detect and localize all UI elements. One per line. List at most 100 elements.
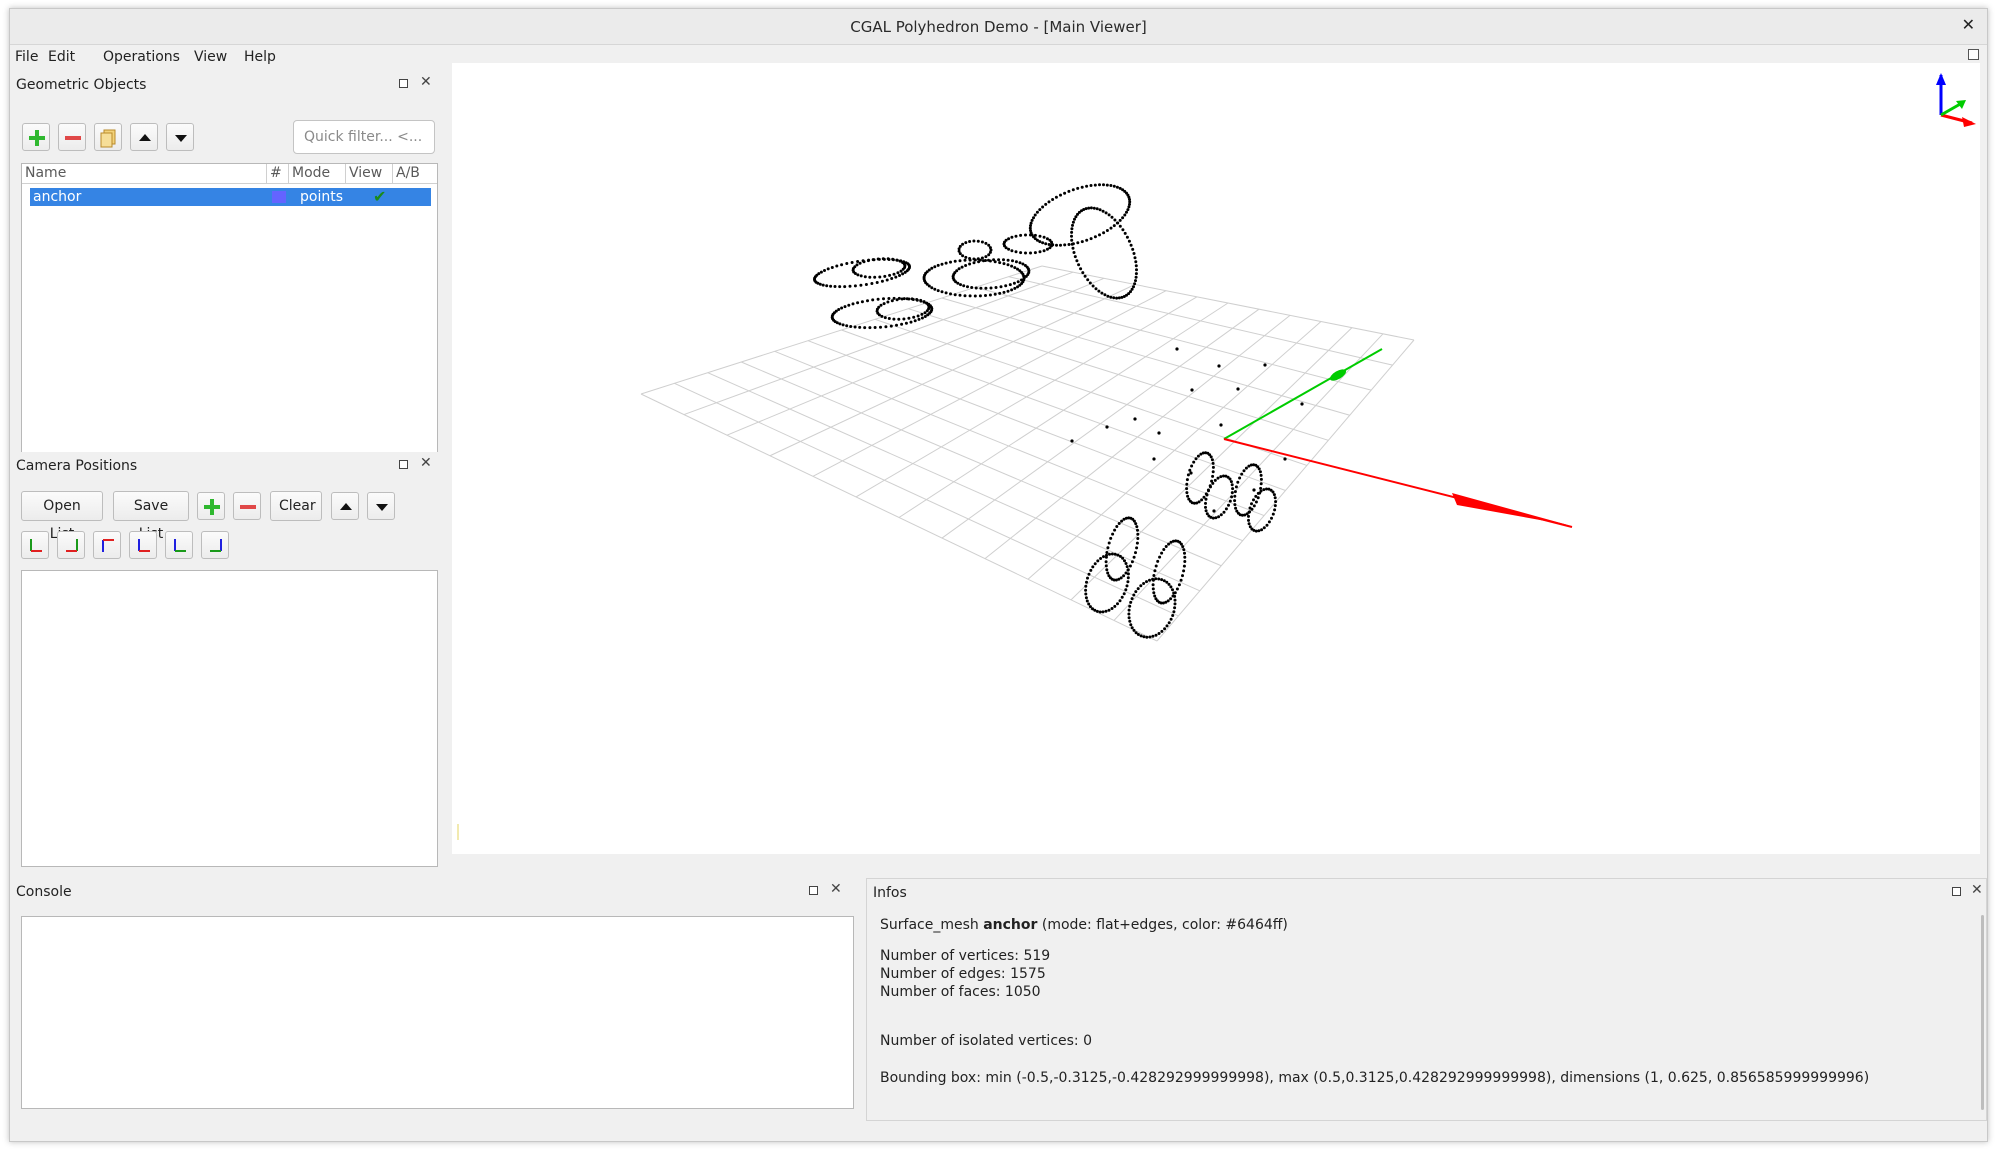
console-output[interactable] [21,916,854,1109]
column-header-view[interactable]: View [346,164,393,184]
viewer-canvas[interactable] [452,63,1980,854]
point [1265,523,1269,527]
open-list-button[interactable]: Open List [21,491,103,542]
row-color-swatch[interactable] [272,191,286,203]
point [1044,202,1048,206]
point [876,297,880,301]
arrow-down-icon[interactable] [166,123,194,151]
point [1102,231,1106,235]
point [838,322,842,326]
point [968,262,972,266]
point [864,283,868,286]
point [979,286,983,290]
right-view-icon[interactable] [201,531,229,559]
point [1070,227,1074,231]
top-view-icon[interactable] [93,531,121,559]
add-icon[interactable] [22,123,50,151]
dock-float-icon[interactable] [399,79,408,88]
clear-button[interactable]: Clear [270,491,322,521]
point [1273,504,1277,508]
menu-edit[interactable]: Edit [48,49,75,65]
column-header-mode[interactable]: Mode [289,164,346,184]
point [923,311,927,315]
main-3d-viewer[interactable] [452,63,1980,854]
app-window: CGAL Polyhedron Demo - [Main Viewer] ✕ F… [9,8,1988,1142]
dock-float-icon[interactable] [809,886,818,895]
point [923,315,927,318]
point [920,316,924,320]
point [1262,526,1266,530]
point [920,312,924,316]
point [1032,216,1035,220]
table-row[interactable]: anchor points ✔ [30,188,431,206]
row-view-checkmark-icon[interactable]: ✔ [373,188,386,206]
point [1247,514,1250,518]
point [964,264,968,267]
quick-filter-input[interactable]: Quick filter... <... [293,120,435,154]
point [993,260,997,264]
column-header-name[interactable]: Name [22,164,267,184]
point [1133,417,1137,421]
camera-positions-list[interactable] [21,570,438,867]
arrow-up-icon[interactable] [130,123,158,151]
row-mode[interactable]: points [300,188,343,206]
point [825,284,829,288]
save-list-button[interactable]: Save List [113,491,189,542]
point [1105,551,1109,554]
point [1179,578,1183,582]
dock-float-icon[interactable] [1952,887,1961,896]
dock-close-icon[interactable]: ✕ [1971,883,1983,897]
point [1045,237,1049,241]
dock-close-icon[interactable]: ✕ [830,882,842,896]
point [895,323,898,327]
column-header-ab[interactable]: A/B [393,164,437,184]
point [1088,281,1092,285]
point [1211,481,1215,485]
point [1104,560,1108,564]
duplicate-icon[interactable] [94,123,122,151]
point [1044,242,1048,246]
point [1084,588,1088,592]
point [973,258,977,262]
point [1152,457,1156,461]
point [882,302,886,306]
point [1156,559,1160,563]
left-view-icon[interactable] [165,531,193,559]
front-view-icon[interactable] [21,531,49,559]
menu-operations[interactable]: Operations [103,49,180,65]
dock-close-icon[interactable]: ✕ [420,75,432,89]
dock-close-icon[interactable]: ✕ [420,456,432,470]
point [1071,220,1075,224]
point [1004,238,1008,242]
window-close-button[interactable]: ✕ [1962,15,1975,34]
camera-down-icon[interactable] [367,492,395,520]
dock-float-icon[interactable] [399,460,408,469]
point [1219,513,1223,517]
menu-help[interactable]: Help [244,49,276,65]
point [1123,213,1127,217]
point [907,297,911,301]
bottom-view-icon[interactable] [129,531,157,559]
menubar-float-icon[interactable] [1968,49,1979,60]
point [1071,242,1075,246]
point [1236,387,1240,391]
menu-file[interactable]: File [15,49,38,65]
remove-icon[interactable] [58,123,86,151]
add-camera-icon[interactable] [197,492,225,520]
infos-scrollbar[interactable] [1981,915,1984,1110]
point [1070,238,1074,242]
menu-view[interactable]: View [194,49,227,65]
point [1136,587,1140,591]
point [1157,431,1161,435]
point [901,272,905,276]
point [972,239,976,243]
remove-camera-icon[interactable] [233,492,261,520]
column-header-number[interactable]: # [267,164,289,184]
point [891,258,895,262]
point [1041,205,1045,209]
point [988,259,992,263]
point [1190,464,1194,468]
camera-up-icon[interactable] [331,492,359,520]
back-view-icon[interactable] [57,531,85,559]
point [1112,224,1116,228]
